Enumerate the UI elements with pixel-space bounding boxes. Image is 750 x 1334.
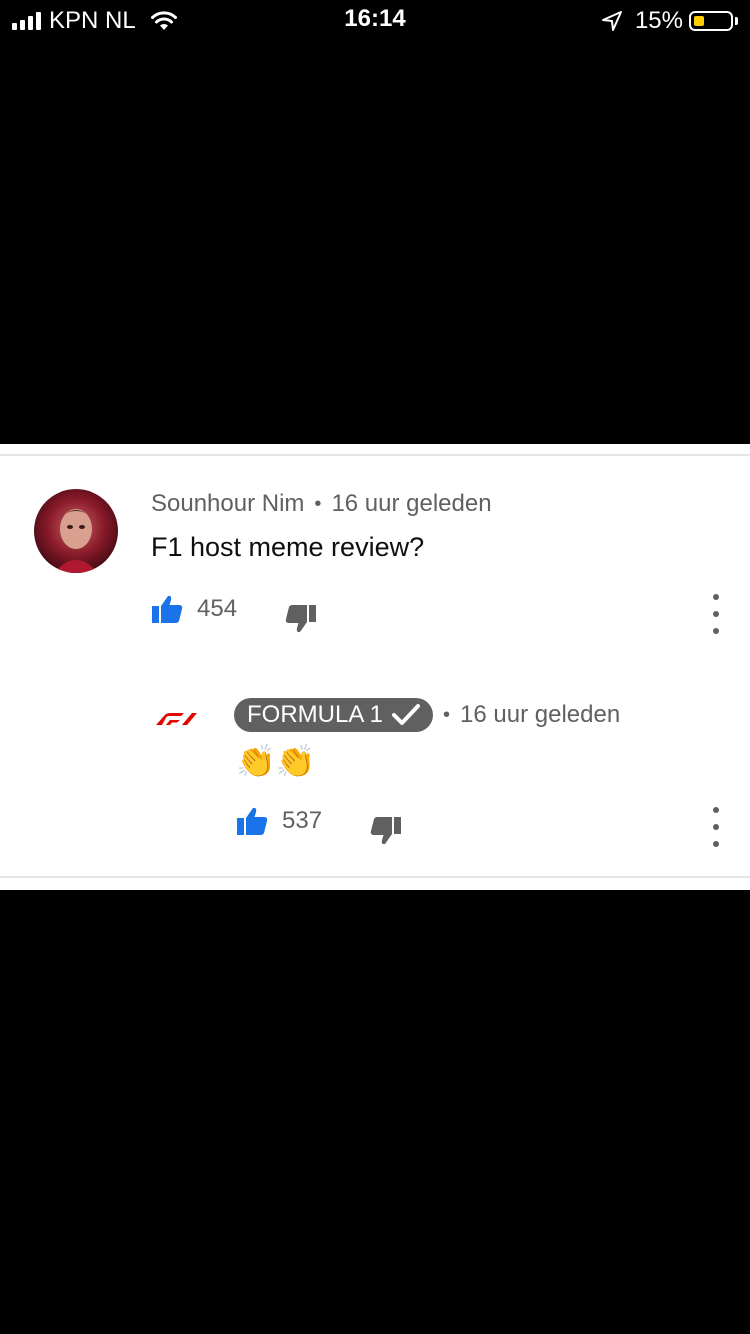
comment-meta: Sounhour Nim • 16 uur geleden [151,490,492,518]
status-bar: KPN NL 16:14 15% [0,0,750,40]
battery-level [694,16,704,26]
more-vertical-icon[interactable] [704,594,728,634]
comment-actions: 454 [151,594,237,624]
thumbs-up-icon[interactable] [151,594,183,624]
comment-author[interactable]: Sounhour Nim [151,490,304,518]
meta-separator: • [314,492,322,515]
f1-logo-avatar[interactable] [154,712,198,726]
battery-percent: 15% [634,7,683,34]
reply-author: FORMULA 1 [247,701,384,728]
status-right: 15% [601,7,738,35]
more-vertical-icon[interactable] [704,807,728,847]
reply-meta: FORMULA 1 • 16 uur geleden [234,698,620,732]
reply-text: 👏👏 [236,743,316,779]
bottom-divider [0,876,750,878]
reply-actions: 537 [236,806,322,836]
thumbs-up-icon[interactable] [236,806,268,836]
like-count: 537 [282,807,323,834]
check-icon [392,704,421,725]
meta-separator: • [443,703,451,726]
location-arrow-icon [601,11,622,31]
reply-timestamp[interactable]: 16 uur geleden [460,701,620,729]
comment-timestamp[interactable]: 16 uur geleden [331,490,491,518]
channel-badge[interactable]: FORMULA 1 [234,698,434,732]
battery-icon [689,11,733,31]
like-count: 454 [197,595,238,622]
avatar[interactable] [34,489,118,573]
thumbs-down-icon[interactable] [370,816,402,846]
comment-text: F1 host meme review? [151,532,425,562]
top-divider [0,454,750,456]
comment-card: Sounhour Nim • 16 uur geleden F1 host me… [0,444,750,890]
battery-tip [735,17,738,25]
thumbs-down-icon[interactable] [285,604,317,634]
